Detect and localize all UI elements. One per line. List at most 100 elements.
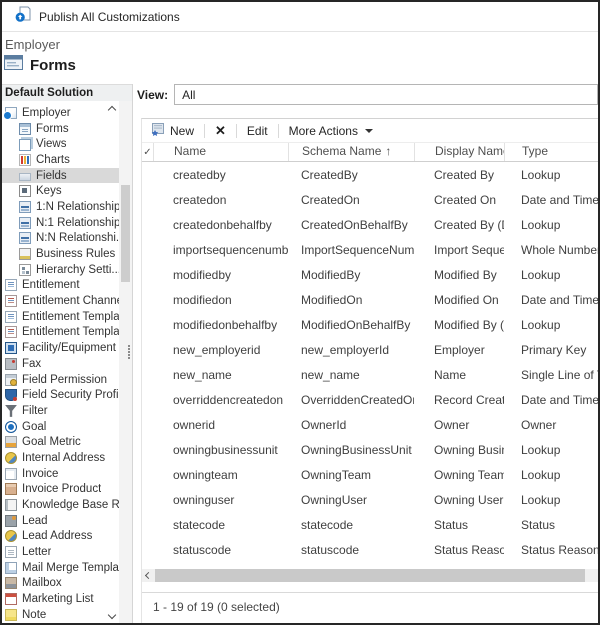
view-select[interactable]: All — [174, 84, 598, 105]
schema-name-cell: statuscode — [288, 543, 414, 557]
table-row[interactable]: statuscode statuscode Status Reason Stat… — [142, 537, 598, 562]
sidebar-scrollbar-thumb[interactable] — [121, 185, 130, 282]
forms-title-icon — [4, 55, 23, 75]
delete-button[interactable]: ✕ — [215, 123, 226, 139]
edit-button[interactable]: Edit — [247, 124, 268, 138]
horizontal-scrollbar-thumb[interactable] — [155, 569, 585, 582]
sidebar-item-employer[interactable]: Employer — [2, 105, 120, 121]
sidebar-item-forms[interactable]: Forms — [2, 121, 120, 137]
scroll-left-icon[interactable] — [142, 573, 155, 578]
record-count: 1 - 19 of 19 (0 selected) — [153, 600, 280, 614]
table-row[interactable]: owninguser OwningUser Owning User Lookup — [142, 487, 598, 512]
sidebar-item-goal-metric[interactable]: Goal Metric — [2, 434, 120, 450]
sidebar-item-note[interactable]: Note — [2, 607, 120, 623]
table-row[interactable]: createdon CreatedOn Created On Date and … — [142, 187, 598, 212]
display-name-cell: Owning Team — [414, 468, 504, 482]
table-row[interactable]: owningteam OwningTeam Owning Team Lookup — [142, 462, 598, 487]
sidebar-item-letter[interactable]: Letter — [2, 544, 120, 560]
sidebar-item-entitlement-template[interactable]: Entitlement Template — [2, 309, 120, 325]
table-row[interactable]: new_employerid new_employerId Employer P… — [142, 337, 598, 362]
select-all-checkmark-icon[interactable]: ✓ — [142, 147, 153, 158]
sidebar-item-goal[interactable]: Goal — [2, 419, 120, 435]
sidebar-scrollbar[interactable] — [119, 101, 132, 623]
facility-icon — [5, 342, 17, 354]
sidebar-item-views[interactable]: Views — [2, 136, 120, 152]
horizontal-scrollbar[interactable] — [142, 569, 598, 582]
sidebar-item-lead-address[interactable]: Lead Address — [2, 529, 120, 545]
filter-icon — [5, 405, 17, 417]
note-icon — [5, 609, 17, 621]
sidebar-item-lead[interactable]: Lead — [2, 513, 120, 529]
table-row[interactable]: importsequencenumber ImportSequenceNumbe… — [142, 237, 598, 262]
view-bar: View: All — [133, 84, 598, 105]
sidebar-item-invoice[interactable]: Invoice — [2, 466, 120, 482]
sidebar-item-internal-address[interactable]: Internal Address — [2, 450, 120, 466]
new-icon — [151, 123, 165, 139]
table-row[interactable]: modifiedby ModifiedBy Modified By Lookup — [142, 262, 598, 287]
table-row[interactable]: modifiedonbehalfby ModifiedOnBehalfBy Mo… — [142, 312, 598, 337]
table-row[interactable]: createdonbehalfby CreatedOnBehalfBy Crea… — [142, 212, 598, 237]
more-actions-button[interactable]: More Actions — [289, 124, 373, 138]
page-title: Forms — [30, 57, 76, 74]
name-cell: new_employerid — [153, 343, 288, 357]
sidebar-item-field-security-profile[interactable]: Field Security Profile — [2, 387, 120, 403]
name-cell: createdby — [153, 168, 288, 182]
sidebar-item-knowledge-base-re[interactable]: Knowledge Base Re... — [2, 497, 120, 513]
sidebar-item-facility-equipment[interactable]: Facility/Equipment — [2, 340, 120, 356]
column-header-type[interactable]: Type — [504, 143, 598, 161]
column-header-name[interactable]: Name — [153, 143, 288, 161]
type-cell: Date and Time — [504, 193, 598, 207]
sidebar-item-mailbox[interactable]: Mailbox — [2, 576, 120, 592]
schema-name-cell: CreatedOn — [288, 193, 414, 207]
column-header-display-name[interactable]: Display Name — [414, 143, 504, 161]
name-cell: owningteam — [153, 468, 288, 482]
entity-icon — [5, 107, 17, 119]
type-cell: Status — [504, 518, 598, 532]
table-row[interactable]: createdby CreatedBy Created By Lookup — [142, 162, 598, 187]
publish-all-customizations-button[interactable]: Publish All Customizations — [39, 10, 180, 24]
charts-icon — [19, 154, 31, 166]
name-cell: overriddencreatedon — [153, 393, 288, 407]
sidebar-item-invoice-product[interactable]: Invoice Product — [2, 482, 120, 498]
table-row[interactable]: statecode statecode Status Status — [142, 512, 598, 537]
table-row[interactable]: new_name new_name Name Single Line of Te… — [142, 362, 598, 387]
sidebar-item-1-n-relationships[interactable]: 1:N Relationships — [2, 199, 120, 215]
field-permission-icon — [5, 374, 17, 386]
views-icon — [19, 139, 31, 151]
sidebar-splitter-handle[interactable] — [128, 344, 131, 360]
sidebar-item-hierarchy-setti[interactable]: Hierarchy Setti... — [2, 262, 120, 278]
sidebar-item-fax[interactable]: Fax — [2, 356, 120, 372]
type-cell: Single Line of Text — [504, 368, 598, 382]
sidebar-item-charts[interactable]: Charts — [2, 152, 120, 168]
sidebar-item-marketing-list[interactable]: Marketing List — [2, 591, 120, 607]
sidebar-item-entitlement-templa[interactable]: Entitlement Templa... — [2, 325, 120, 341]
sidebar-item-filter[interactable]: Filter — [2, 403, 120, 419]
sidebar-item-entitlement-channel[interactable]: Entitlement Channel — [2, 293, 120, 309]
mail-merge-icon — [5, 562, 17, 574]
table-row[interactable]: overriddencreatedon OverriddenCreatedOn … — [142, 387, 598, 412]
sidebar-item-mail-merge-template[interactable]: Mail Merge Template — [2, 560, 120, 576]
table-row[interactable]: owningbusinessunit OwningBusinessUnit Ow… — [142, 437, 598, 462]
publish-icon — [15, 6, 32, 28]
sidebar-item-entitlement[interactable]: Entitlement — [2, 278, 120, 294]
sidebar-item-business-rules[interactable]: Business Rules — [2, 246, 120, 262]
goal-icon — [5, 421, 17, 433]
schema-name-cell: OverriddenCreatedOn — [288, 393, 414, 407]
new-button[interactable]: New — [151, 123, 194, 139]
type-cell: Lookup — [504, 318, 598, 332]
column-header-schema-name[interactable]: Schema Name↑ — [288, 143, 414, 161]
command-bar: Publish All Customizations — [2, 2, 598, 32]
display-name-cell: Owning User — [414, 493, 504, 507]
sidebar-item-n-n-relationshi[interactable]: N:N Relationshi... — [2, 231, 120, 247]
table-row[interactable]: ownerid OwnerId Owner Owner — [142, 412, 598, 437]
table-row[interactable]: modifiedon ModifiedOn Modified On Date a… — [142, 287, 598, 312]
doc-blue-icon — [5, 311, 17, 323]
sidebar-item-keys[interactable]: Keys — [2, 183, 120, 199]
grid-header-row: ✓ Name Schema Name↑ Display Name Type — [142, 142, 598, 162]
sidebar-item-field-permission[interactable]: Field Permission — [2, 372, 120, 388]
sidebar-item-n-1-relationships[interactable]: N:1 Relationships — [2, 215, 120, 231]
forms-icon — [19, 123, 31, 135]
sidebar-item-fields[interactable]: Fields — [2, 168, 120, 184]
view-selected-value: All — [182, 88, 195, 102]
type-cell: Lookup — [504, 493, 598, 507]
